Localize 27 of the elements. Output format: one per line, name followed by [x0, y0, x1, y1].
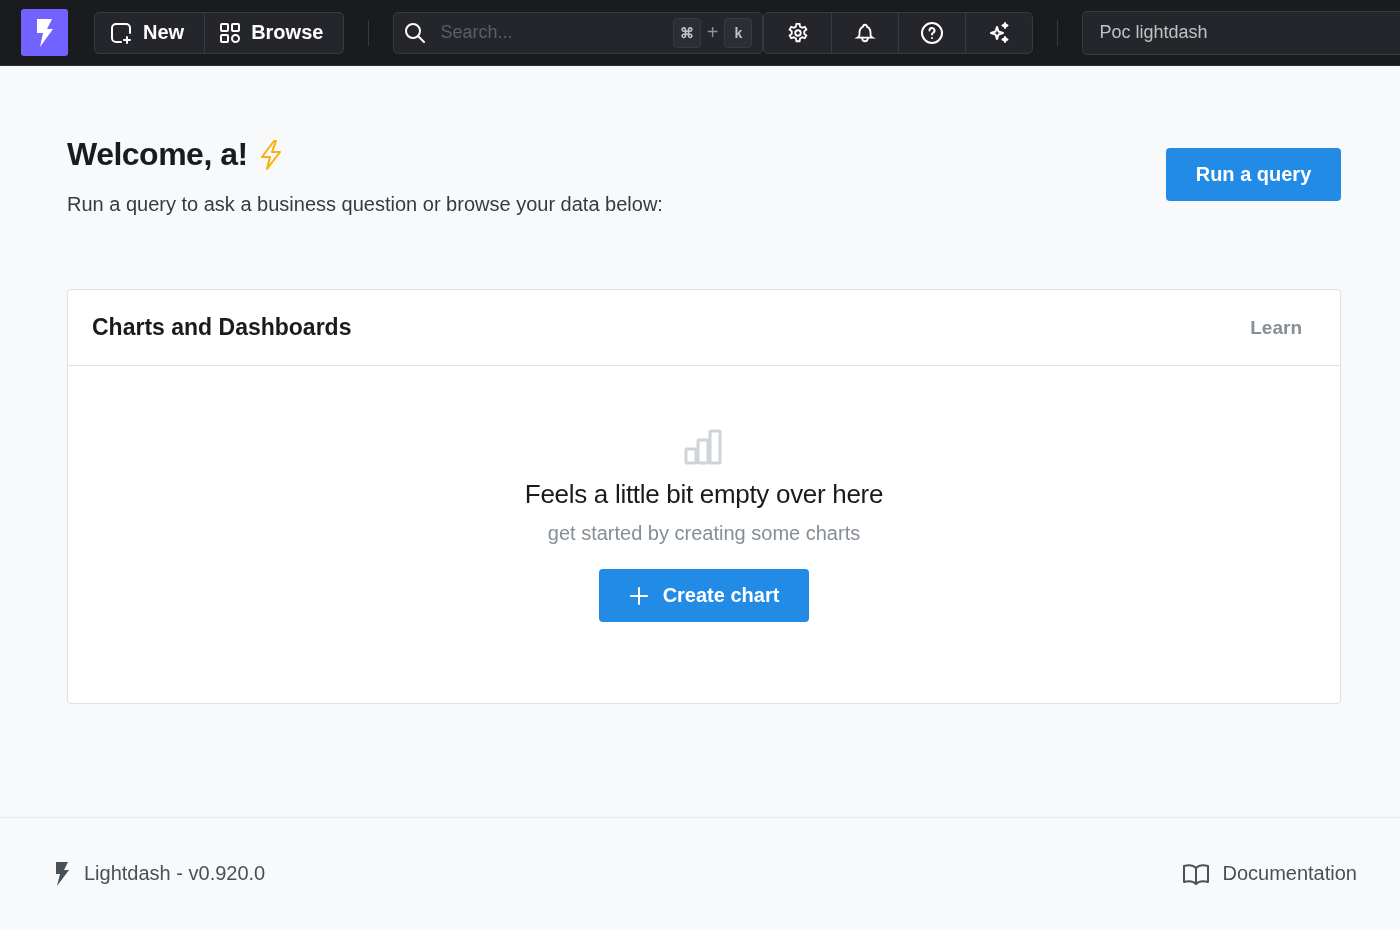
shortcut-key: k — [724, 17, 753, 48]
empty-state-title: Feels a little bit empty over here — [524, 479, 884, 510]
search-bar[interactable]: Search... ⌘ + k — [393, 11, 764, 54]
bell-icon — [854, 21, 877, 44]
bar-chart-icon — [684, 429, 724, 465]
help-icon — [920, 20, 945, 45]
shortcut-key: ⌘ — [672, 17, 701, 48]
welcome-title: Welcome, a! — [67, 136, 248, 173]
card-title: Charts and Dashboards — [92, 314, 352, 341]
empty-state-subtitle: get started by creating some charts — [547, 522, 861, 545]
version-link[interactable]: Lightdash - v0.920.0 — [52, 860, 266, 887]
plus-icon — [628, 585, 649, 606]
book-icon — [1182, 862, 1211, 885]
grid-icon — [219, 21, 242, 44]
new-chat-icon — [109, 20, 133, 45]
welcome-subtitle: Run a query to ask a business question or browse your data below: — [67, 193, 663, 216]
new-button[interactable]: New — [95, 12, 205, 53]
create-chart-button[interactable]: Create chart — [599, 569, 809, 622]
browse-button[interactable]: Browse — [204, 12, 344, 53]
project-selector[interactable]: Poc lightdash — [1082, 10, 1400, 55]
settings-icon — [786, 21, 809, 44]
search-icon — [404, 21, 427, 44]
app-logo[interactable] — [21, 9, 68, 56]
plus-sign: + — [706, 21, 719, 44]
run-query-button[interactable]: Run a query — [1166, 148, 1341, 201]
search-input[interactable]: Search... — [438, 21, 661, 44]
documentation-link[interactable]: Documentation — [1182, 862, 1357, 885]
